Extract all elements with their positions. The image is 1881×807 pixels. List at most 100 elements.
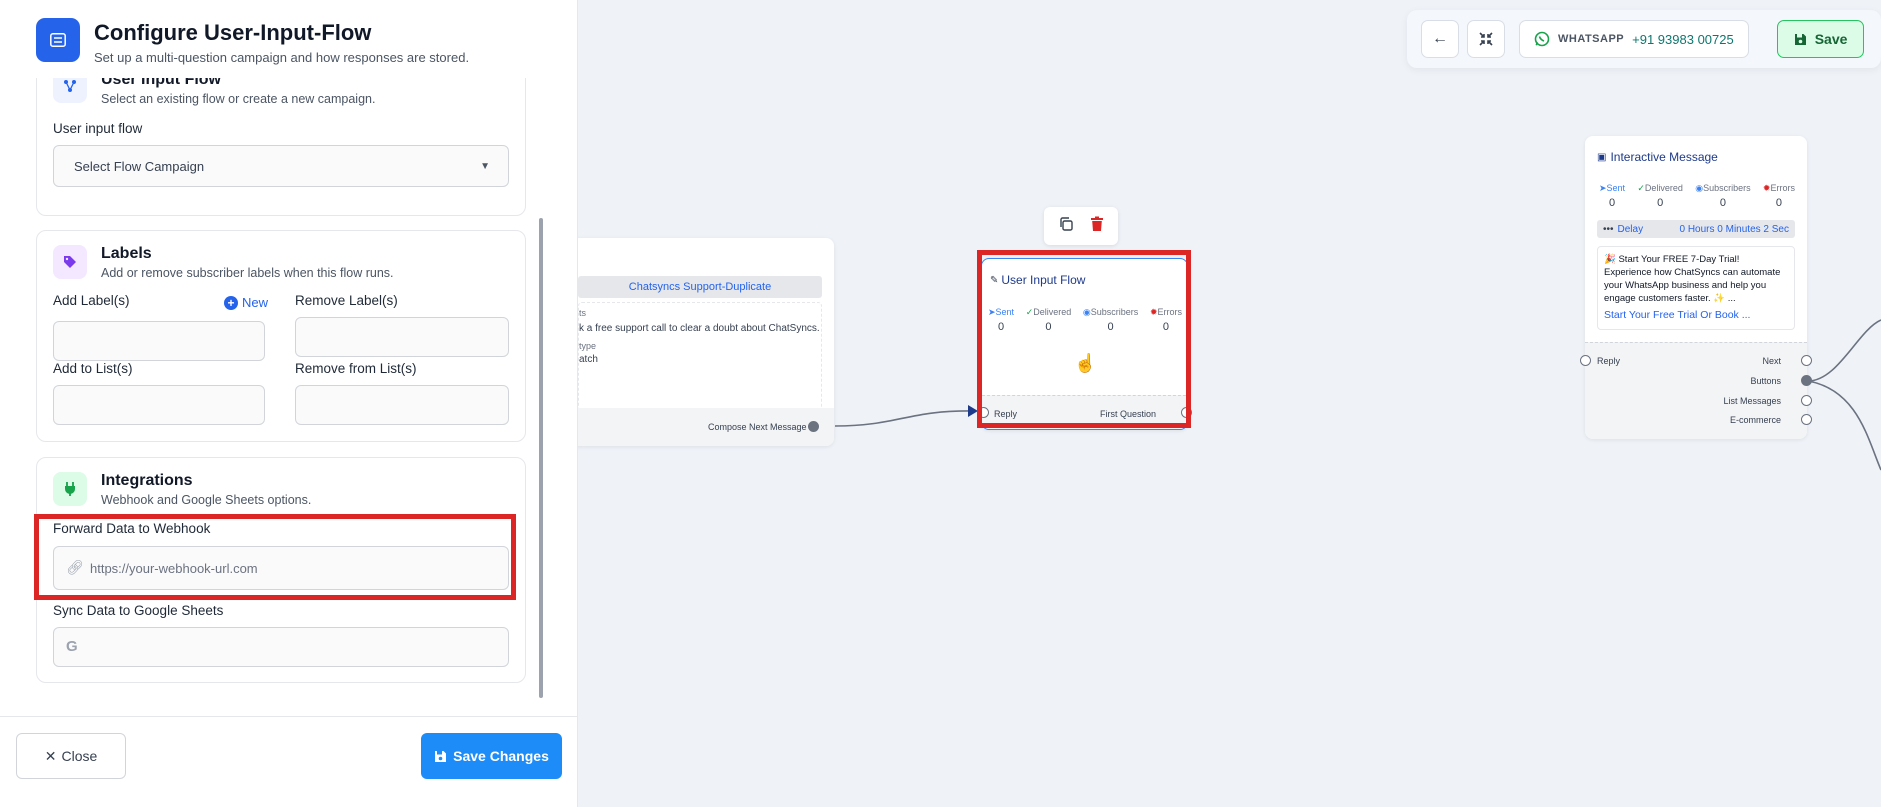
node-line: k a free support call to clear a doubt a… (579, 323, 820, 334)
field-label: Remove from List(s) (295, 361, 417, 376)
message-text: 🎉 Start Your FREE 7-Day Trial! Experienc… (1604, 254, 1781, 304)
new-label-button[interactable]: + New (224, 295, 268, 310)
node-line: atch (579, 354, 598, 365)
field-label: Remove Label(s) (295, 293, 398, 308)
highlight-webhook (34, 514, 516, 600)
highlight-node (977, 250, 1191, 428)
interactive-message-node[interactable]: ▣ Interactive Message ➤Sent 0 ✓Delivered 0… (1580, 136, 1812, 439)
stat-label: Errors (1770, 183, 1795, 193)
flow-canvas[interactable]: Chatsyncs Support-Duplicate ts k a free … (578, 0, 1881, 807)
list-icon (36, 18, 80, 62)
port-label: E-commerce (1729, 415, 1781, 425)
field-label: User input flow (53, 121, 143, 136)
close-label: Close (61, 748, 98, 764)
user-icon: ◉ (1695, 183, 1704, 193)
section-subtitle: Webhook and Google Sheets options. (101, 493, 312, 507)
section-subtitle: Select an existing flow or create a new … (101, 92, 376, 106)
floppy-icon (1794, 33, 1806, 45)
panel-footer: ✕ Close Save Changes (0, 716, 578, 807)
section-subtitle: Add or remove subscriber labels when thi… (101, 266, 394, 280)
stat-value: 0 (1719, 197, 1726, 209)
delete-icon[interactable] (1090, 216, 1104, 237)
message-preview: 🎉 Start Your FREE 7-Day Trial! Experienc… (1597, 246, 1795, 330)
field-label: Add to List(s) (53, 361, 133, 376)
stat-value: 0 (1775, 197, 1782, 209)
delay-label: Delay (1617, 223, 1644, 235)
whatsapp-label: WHATSAPP (1558, 33, 1625, 45)
whatsapp-account[interactable]: WHATSAPP +91 93983 00725 (1519, 20, 1749, 58)
select-value: Select Flow Campaign (74, 158, 205, 174)
node-stats: ➤Sent 0 ✓Delivered 0 ◉Subscribers 0 ✹Errors… (1599, 183, 1795, 209)
flow-campaign-select[interactable]: Select Flow Campaign ▼ (53, 145, 509, 187)
panel-title: Configure User-Input-Flow (94, 20, 372, 45)
port-label: Next (1762, 356, 1781, 366)
save-flow-button[interactable]: Save (1776, 20, 1865, 58)
message-node[interactable]: Chatsyncs Support-Duplicate ts k a free … (578, 238, 834, 446)
delay-value: 0 Hours 0 Minutes 2 Sec (1679, 223, 1790, 235)
port-label: List Messages (1723, 396, 1781, 406)
duplicate-icon[interactable] (1058, 216, 1074, 237)
user-input-flow-section: User Input Flow Select an existing flow … (36, 78, 526, 216)
output-port[interactable] (1801, 395, 1812, 406)
floppy-icon (435, 750, 447, 762)
back-button[interactable]: ← (1421, 20, 1459, 58)
add-list-input[interactable] (53, 385, 265, 425)
new-label-text: New (242, 295, 269, 310)
panel-header: Configure User-Input-Flow Set up a multi… (36, 18, 469, 65)
fit-view-button[interactable] (1467, 20, 1505, 58)
plug-icon (53, 472, 87, 506)
save-changes-button[interactable]: Save Changes (421, 733, 562, 779)
panel-scrollbar[interactable] (539, 218, 543, 698)
port-label: Compose Next Message (708, 422, 807, 432)
caret-down-icon: ▼ (480, 160, 490, 172)
input-port[interactable] (1580, 355, 1591, 366)
stat-value: 0 (1657, 197, 1664, 209)
send-icon: ➤ (1599, 183, 1607, 193)
config-panel: Configure User-Input-Flow Set up a multi… (0, 0, 578, 807)
save-changes-label: Save Changes (453, 748, 549, 764)
section-title: Labels (101, 245, 152, 262)
port-label: Buttons (1750, 376, 1781, 386)
stat-label: Delivered (1644, 183, 1683, 193)
output-port[interactable] (1801, 414, 1812, 425)
flow-icon (53, 78, 87, 103)
message-icon: ▣ (1597, 151, 1607, 163)
remove-label-input[interactable] (295, 317, 509, 357)
port-label: Reply (1597, 356, 1621, 366)
collapse-icon (1479, 32, 1493, 46)
dots-icon: ••• (1603, 223, 1614, 235)
stat-label: Subscribers (1703, 183, 1751, 193)
whatsapp-number: +91 93983 00725 (1632, 31, 1734, 47)
node-line: type (579, 341, 597, 351)
remove-list-input[interactable] (295, 385, 509, 425)
output-port[interactable] (1801, 355, 1812, 366)
output-port[interactable] (808, 421, 819, 432)
close-icon: ✕ (44, 747, 57, 764)
top-toolbar: ← WHATSAPP +91 93983 00725 Save (1407, 10, 1881, 68)
check-icon: ✓ (1637, 183, 1645, 193)
field-label: Sync Data to Google Sheets (53, 603, 224, 618)
stat-label: Sent (1606, 183, 1626, 193)
stat-value: 0 (1608, 197, 1616, 209)
whatsapp-icon (1534, 31, 1550, 47)
save-label: Save (1814, 31, 1848, 47)
add-label-input[interactable] (53, 321, 265, 361)
node-title: Interactive Message (1610, 150, 1718, 164)
node-tag: Chatsyncs Support-Duplicate (578, 276, 822, 298)
section-title: Integrations (101, 472, 193, 489)
field-label: Add Label(s) (53, 293, 130, 308)
panel-scroll-area[interactable]: User Input Flow Select an existing flow … (0, 78, 578, 698)
tag-icon (53, 245, 87, 279)
plus-icon: + (224, 295, 238, 310)
node-actions (1044, 207, 1118, 245)
close-button[interactable]: ✕ Close (16, 733, 126, 779)
google-icon: G (66, 638, 78, 655)
delay-bar: ••• Delay 0 Hours 0 Minutes 2 Sec (1597, 220, 1795, 238)
panel-subtitle: Set up a multi-question campaign and how… (94, 50, 470, 65)
arrow-left-icon: ← (1432, 30, 1448, 47)
message-link[interactable]: Start Your Free Trial Or Book ... (1604, 309, 1788, 321)
section-title: User Input Flow (101, 78, 221, 88)
output-port[interactable] (1801, 375, 1812, 386)
google-sheets-input[interactable]: G (53, 627, 509, 667)
node-line: ts (579, 308, 587, 318)
